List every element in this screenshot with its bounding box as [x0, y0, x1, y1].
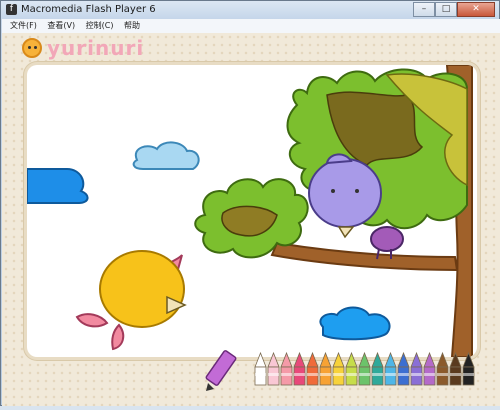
- maximize-button[interactable]: □: [435, 2, 457, 17]
- crayon-15[interactable]: [449, 351, 462, 386]
- crayon-2[interactable]: [280, 351, 293, 386]
- menu-bar: 文件(F) 查看(V) 控制(C) 帮助: [2, 19, 500, 33]
- flash-player-window: f Macromedia Flash Player 6 – □ ✕ 文件(F) …: [0, 0, 500, 406]
- menu-view[interactable]: 查看(V): [47, 19, 75, 33]
- crayon-palette: [254, 351, 475, 386]
- crayon-1[interactable]: [267, 351, 280, 386]
- crayon-14[interactable]: [436, 351, 449, 386]
- menu-help[interactable]: 帮助: [124, 19, 140, 33]
- minimize-button[interactable]: –: [413, 2, 435, 17]
- menu-control[interactable]: 控制(C): [86, 19, 114, 33]
- crayon-8[interactable]: [358, 351, 371, 386]
- flash-stage: yurinuri: [2, 33, 500, 406]
- crayon-4[interactable]: [306, 351, 319, 386]
- pencil-icon[interactable]: [205, 350, 237, 391]
- crayon-6[interactable]: [332, 351, 345, 386]
- crayon-13[interactable]: [423, 351, 436, 386]
- window-controls: – □ ✕: [413, 2, 495, 18]
- crayon-11[interactable]: [397, 351, 410, 386]
- menu-file[interactable]: 文件(F): [10, 19, 37, 33]
- close-button[interactable]: ✕: [457, 2, 495, 17]
- crayon-5[interactable]: [319, 351, 332, 386]
- tool-area: [2, 33, 500, 406]
- crayon-0[interactable]: [254, 351, 267, 386]
- crayon-9[interactable]: [371, 351, 384, 386]
- crayon-12[interactable]: [410, 351, 423, 386]
- crayon-16[interactable]: [462, 351, 475, 386]
- flash-app-icon: f: [6, 4, 17, 15]
- crayon-3[interactable]: [293, 351, 306, 386]
- tool-palette: [205, 350, 475, 391]
- crayon-10[interactable]: [384, 351, 397, 386]
- title-bar[interactable]: f Macromedia Flash Player 6 – □ ✕: [1, 1, 499, 19]
- window-title: Macromedia Flash Player 6: [21, 4, 156, 15]
- crayon-7[interactable]: [345, 351, 358, 386]
